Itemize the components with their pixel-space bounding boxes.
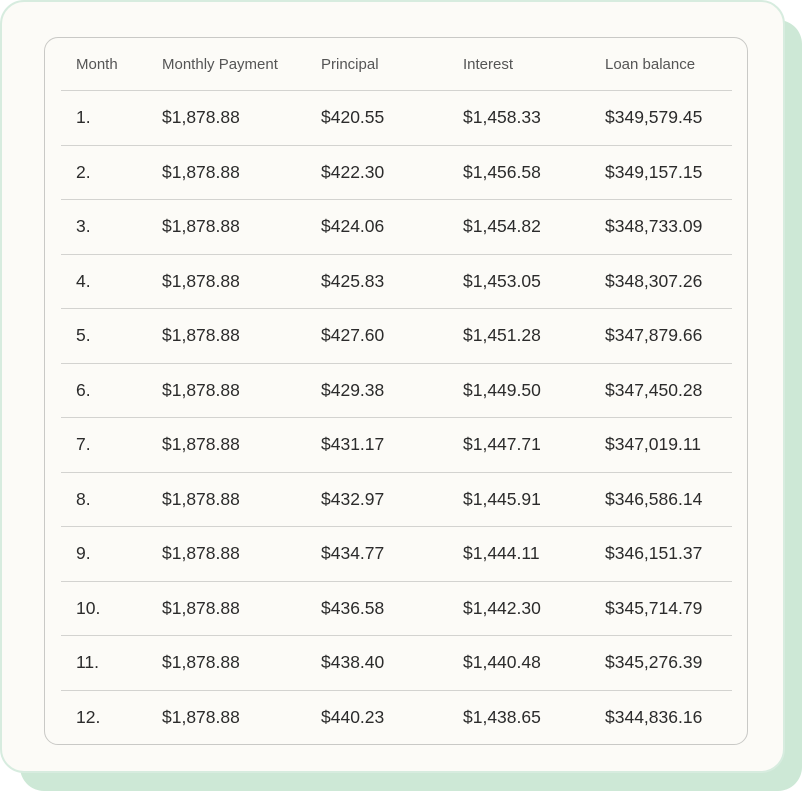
table-row: 7. $1,878.88 $431.17 $1,447.71 $347,019.11 [61, 417, 732, 473]
cell-monthly-payment: $1,878.88 [162, 308, 321, 364]
cell-loan-balance: $347,019.11 [605, 417, 732, 473]
cell-loan-balance: $347,879.66 [605, 308, 732, 364]
cell-principal: $422.30 [321, 145, 463, 200]
table-row: 9. $1,878.88 $434.77 $1,444.11 $346,151.37 [61, 526, 732, 582]
amortization-table-container: Month Monthly Payment Principal Interest… [44, 37, 748, 745]
cell-interest: $1,440.48 [463, 635, 605, 691]
cell-interest: $1,449.50 [463, 363, 605, 418]
cell-principal: $436.58 [321, 581, 463, 636]
cell-principal: $425.83 [321, 254, 463, 309]
cell-monthly-payment: $1,878.88 [162, 254, 321, 309]
cell-loan-balance: $349,157.15 [605, 145, 732, 200]
cell-monthly-payment: $1,878.88 [162, 199, 321, 255]
table-body: 1. $1,878.88 $420.55 $1,458.33 $349,579.45 2.… [61, 90, 732, 745]
cell-monthly-payment: $1,878.88 [162, 472, 321, 527]
table-row: 3. $1,878.88 $424.06 $1,454.82 $348,733.09 [61, 199, 732, 255]
cell-interest: $1,451.28 [463, 308, 605, 364]
cell-month: 7. [61, 417, 162, 473]
cell-interest: $1,453.05 [463, 254, 605, 309]
cell-principal: $431.17 [321, 417, 463, 473]
cell-month: 1. [61, 90, 162, 146]
header-loan-balance: Loan balance [605, 38, 732, 91]
cell-loan-balance: $345,276.39 [605, 635, 732, 691]
cell-month: 8. [61, 472, 162, 527]
cell-interest: $1,444.11 [463, 526, 605, 582]
table-row: 5. $1,878.88 $427.60 $1,451.28 $347,879.66 [61, 308, 732, 364]
cell-principal: $427.60 [321, 308, 463, 364]
table-row: 10. $1,878.88 $436.58 $1,442.30 $345,714.79 [61, 581, 732, 636]
cell-loan-balance: $347,450.28 [605, 363, 732, 418]
header-month: Month [61, 38, 162, 91]
cell-monthly-payment: $1,878.88 [162, 581, 321, 636]
cell-month: 12. [76, 706, 101, 727]
table-row: 4. $1,878.88 $425.83 $1,453.05 $348,307.26 [61, 254, 732, 309]
table-row: 8. $1,878.88 $432.97 $1,445.91 $346,586.14 [61, 472, 732, 527]
amortization-card: Month Monthly Payment Principal Interest… [0, 0, 785, 773]
header-monthly-payment: Monthly Payment [162, 38, 321, 91]
cell-loan-balance: $346,586.14 [605, 472, 732, 527]
cell-loan-balance: $348,733.09 [605, 199, 732, 255]
cell-loan-balance: $345,714.79 [605, 581, 732, 636]
cell-month: 2. [61, 145, 162, 200]
amortization-table: Month Monthly Payment Principal Interest… [61, 38, 732, 744]
cell-interest: $1,438.65 [463, 706, 541, 727]
cell-monthly-payment: $1,878.88 [162, 90, 321, 146]
cell-monthly-payment: $1,878.88 [162, 145, 321, 200]
cell-month: 11. [61, 635, 162, 691]
cell-principal: $434.77 [321, 526, 463, 582]
cell-interest: $1,454.82 [463, 199, 605, 255]
cell-loan-balance: $346,151.37 [605, 526, 732, 582]
cell-monthly-payment: $1,878.88 [162, 706, 240, 727]
cell-monthly-payment: $1,878.88 [162, 526, 321, 582]
cell-loan-balance: $344,836.16 [605, 706, 703, 727]
cell-principal: $424.06 [321, 199, 463, 255]
cell-principal: $429.38 [321, 363, 463, 418]
cell-month: 4. [61, 254, 162, 309]
cell-monthly-payment: $1,878.88 [162, 635, 321, 691]
cell-monthly-payment: $1,878.88 [162, 417, 321, 473]
cell-principal: $440.23 [321, 706, 385, 727]
table-row: 1. $1,878.88 $420.55 $1,458.33 $349,579.45 [61, 90, 732, 146]
header-interest: Interest [463, 38, 605, 91]
cell-month: 6. [61, 363, 162, 418]
cell-month: 3. [61, 199, 162, 255]
cell-interest: $1,456.58 [463, 145, 605, 200]
cell-month: 9. [61, 526, 162, 582]
table-row: 11. $1,878.88 $438.40 $1,440.48 $345,276.39 [61, 635, 732, 691]
table-header-row: Month Monthly Payment Principal Interest… [61, 38, 732, 91]
cell-interest: $1,458.33 [463, 90, 605, 146]
table-row: 2. $1,878.88 $422.30 $1,456.58 $349,157.15 [61, 145, 732, 200]
cell-monthly-payment: $1,878.88 [162, 363, 321, 418]
cell-loan-balance: $348,307.26 [605, 254, 732, 309]
table-row: 12. $1,878.88 $440.23 $1,438.65 $344,836.16 [61, 690, 732, 744]
cell-loan-balance: $349,579.45 [605, 90, 732, 146]
header-principal: Principal [321, 38, 463, 91]
table-row: 6. $1,878.88 $429.38 $1,449.50 $347,450.28 [61, 363, 732, 418]
cell-month: 5. [61, 308, 162, 364]
cell-interest: $1,442.30 [463, 581, 605, 636]
cell-principal: $420.55 [321, 90, 463, 146]
cell-principal: $432.97 [321, 472, 463, 527]
cell-interest: $1,447.71 [463, 417, 605, 473]
cell-month: 10. [61, 581, 162, 636]
cell-interest: $1,445.91 [463, 472, 605, 527]
cell-principal: $438.40 [321, 635, 463, 691]
